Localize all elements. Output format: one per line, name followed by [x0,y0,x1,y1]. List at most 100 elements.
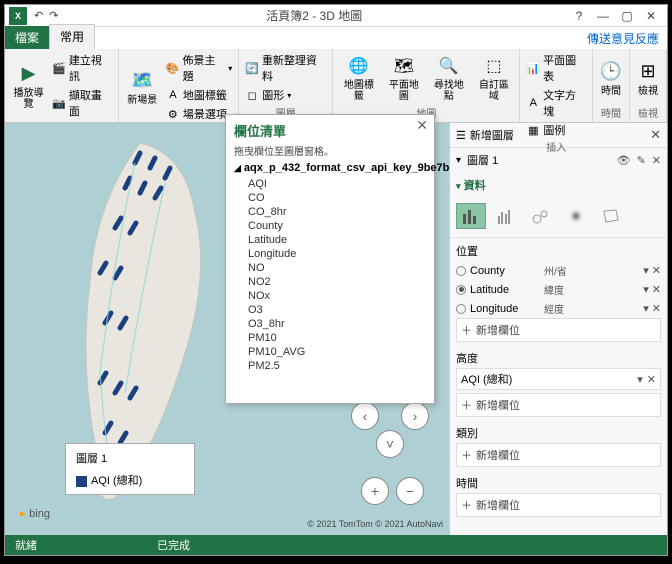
chart-icon: 📊 [526,61,540,75]
field-list-popup[interactable]: ✕ 欄位清單 拖曳欄位至圖層窗格。 ◢aqx_p_432_format_csv_… [225,114,435,404]
time-group: 時間 ＋新增欄位 [456,475,661,517]
location-group: 位置 County州/省▾✕ Latitude緯度▾✕ Longitude經度▾… [456,243,661,342]
close-icon[interactable]: ✕ [639,9,663,23]
titlebar: X ↶ ↷ 活頁簿2 - 3D 地圖 ? — ▢ ✕ [5,5,667,27]
ribbon-group-scene: 🗺️新場景 🎨佈景主題▾ A地圖標籤 ⚙場景選項 場景 [119,49,240,122]
remove-icon: ✕ [652,264,661,277]
add-time-field[interactable]: ＋新增欄位 [456,493,661,517]
flat-map-button[interactable]: 🗺平面地圖 [382,51,425,105]
add-location-field[interactable]: ＋新增欄位 [456,318,661,342]
remove-icon: ✕ [647,373,656,386]
height-value-row[interactable]: AQI (總和)▾✕ [456,368,661,390]
camera-icon: 📷 [52,96,66,110]
field-item[interactable]: County [248,219,426,233]
panel-close-icon[interactable]: ✕ [650,127,661,143]
layers-icon: ☰ [456,129,466,142]
ribbon: ▶播放導覽 🎬建立視訊 📷擷取畫面 導覽 🗺️新場景 🎨佈景主題▾ A地圖標籤 … [5,49,667,123]
flatmap-icon: 🗺 [392,54,416,78]
time-icon: 🕒 [599,60,623,84]
new-scene-button[interactable]: 🗺️新場景 [123,51,162,123]
theme-icon: 🎨 [166,61,180,75]
region-icon: ⬚ [482,54,506,78]
chart-type-heat[interactable] [561,203,591,229]
collapse-icon: ◢ [234,163,241,174]
plus-icon: ＋ [461,322,472,338]
loc-row-lon[interactable]: Longitude經度▾✕ [456,299,661,318]
add-height-field[interactable]: ＋新增欄位 [456,393,661,417]
view-button[interactable]: ⊞檢視 [634,51,662,105]
capture-screen-button[interactable]: 📷擷取畫面 [50,86,114,120]
help-icon[interactable]: ? [567,9,591,23]
play-tour-button[interactable]: ▶播放導覽 [9,51,48,120]
custom-region-button[interactable]: ⬚自訂區域 [472,51,515,105]
shape-icon: ◻ [245,88,259,102]
data-section: ▾ 資料 [450,172,667,200]
map-labels-button2[interactable]: 🌐地圖標籤 [337,51,380,105]
refresh-data-button[interactable]: 🔄重新整理資料 [243,51,328,85]
tab-home[interactable]: 常用 [49,24,95,49]
field-item[interactable]: CO_8hr [248,205,426,219]
scene-options-button[interactable]: ⚙場景選項 [164,105,234,123]
field-item[interactable]: PM2.5 [248,359,426,373]
chart-type-region[interactable] [596,203,626,229]
field-item[interactable]: NOx [248,289,426,303]
redo-icon[interactable]: ↷ [49,9,58,22]
fieldlist-source[interactable]: ◢aqx_p_432_format_csv_api_key_9be7b [234,162,426,174]
add-category-field[interactable]: ＋新增欄位 [456,443,661,467]
minimize-icon[interactable]: — [591,9,615,23]
visibility-icon[interactable]: 👁 [617,154,631,167]
find-location-button[interactable]: 🔍尋找地點 [427,51,470,105]
ribbon-group-time: 🕒時間 時間 [593,49,630,122]
field-item[interactable]: Longitude [248,247,426,261]
chart-type-clustered[interactable] [491,203,521,229]
edit-icon[interactable]: ✎ [637,154,646,167]
maximize-icon[interactable]: ▢ [615,9,639,23]
refresh-icon: 🔄 [245,61,259,75]
field-item[interactable]: NO2 [248,275,426,289]
insert-legend-button[interactable]: ▦圖例 [524,121,588,139]
zoom-in-button[interactable]: + [361,477,389,505]
delete-layer-icon[interactable]: ✕ [652,154,661,167]
gear-icon: ⚙ [166,107,180,121]
nav-left-button[interactable]: ‹ [351,402,379,430]
map-legend[interactable]: 圖層 1 AQI (總和) [65,443,195,495]
insert-text-button[interactable]: A文字方塊 [524,86,588,120]
nav-down-button[interactable]: ˅ [376,430,404,458]
ribbon-group-layer: 🔄重新整理資料 ◻圖形▾ 圖層 [239,49,333,122]
tab-file[interactable]: 檔案 [5,26,49,49]
ribbon-group-view: ⊞檢視 檢視 [630,49,667,122]
label-icon: A [166,88,180,102]
chart-type-column[interactable] [456,203,486,229]
layer-panel: ☰ 新增圖層 ✕ ▾ 圖層 1 👁 ✎ ✕ ▾ 資料 位置 County州/省▾… [449,123,667,535]
field-item[interactable]: AQI [248,177,426,191]
view-icon: ⊞ [636,60,660,84]
expand-icon[interactable]: ▾ [456,155,461,166]
nav-right-button[interactable]: › [401,402,429,430]
field-item[interactable]: PM10_AVG [248,345,426,359]
map-labels-button[interactable]: A地圖標籤 [164,86,234,104]
new-layer-button[interactable]: 新增圖層 [470,127,514,143]
excel-icon: X [9,7,27,25]
loc-row-county[interactable]: County州/省▾✕ [456,261,661,280]
fieldlist-close-icon[interactable]: ✕ [416,117,428,134]
zoom-out-button[interactable]: − [396,477,424,505]
height-group: 高度 AQI (總和)▾✕ ＋新增欄位 [456,350,661,417]
field-item[interactable]: CO [248,191,426,205]
chart-type-bubble[interactable] [526,203,556,229]
field-item[interactable]: O3 [248,303,426,317]
insert-chart-button[interactable]: 📊平面圖表 [524,51,588,85]
field-item[interactable]: Latitude [248,233,426,247]
feedback-link[interactable]: 傳送意見反應 [587,30,659,47]
theme-button[interactable]: 🎨佈景主題▾ [164,51,234,85]
field-item[interactable]: NO [248,261,426,275]
loc-row-lat[interactable]: Latitude緯度▾✕ [456,280,661,299]
field-item[interactable]: O3_8hr [248,317,426,331]
fieldlist-hint: 拖曳欄位至圖層窗格。 [234,143,426,158]
field-item[interactable]: PM10 [248,331,426,345]
shape-button[interactable]: ◻圖形▾ [243,86,328,104]
layer-name[interactable]: 圖層 1 [467,152,498,168]
create-video-button[interactable]: 🎬建立視訊 [50,51,114,85]
category-group: 類別 ＋新增欄位 [456,425,661,467]
time-button[interactable]: 🕒時間 [597,51,625,105]
undo-icon[interactable]: ↶ [34,9,43,22]
